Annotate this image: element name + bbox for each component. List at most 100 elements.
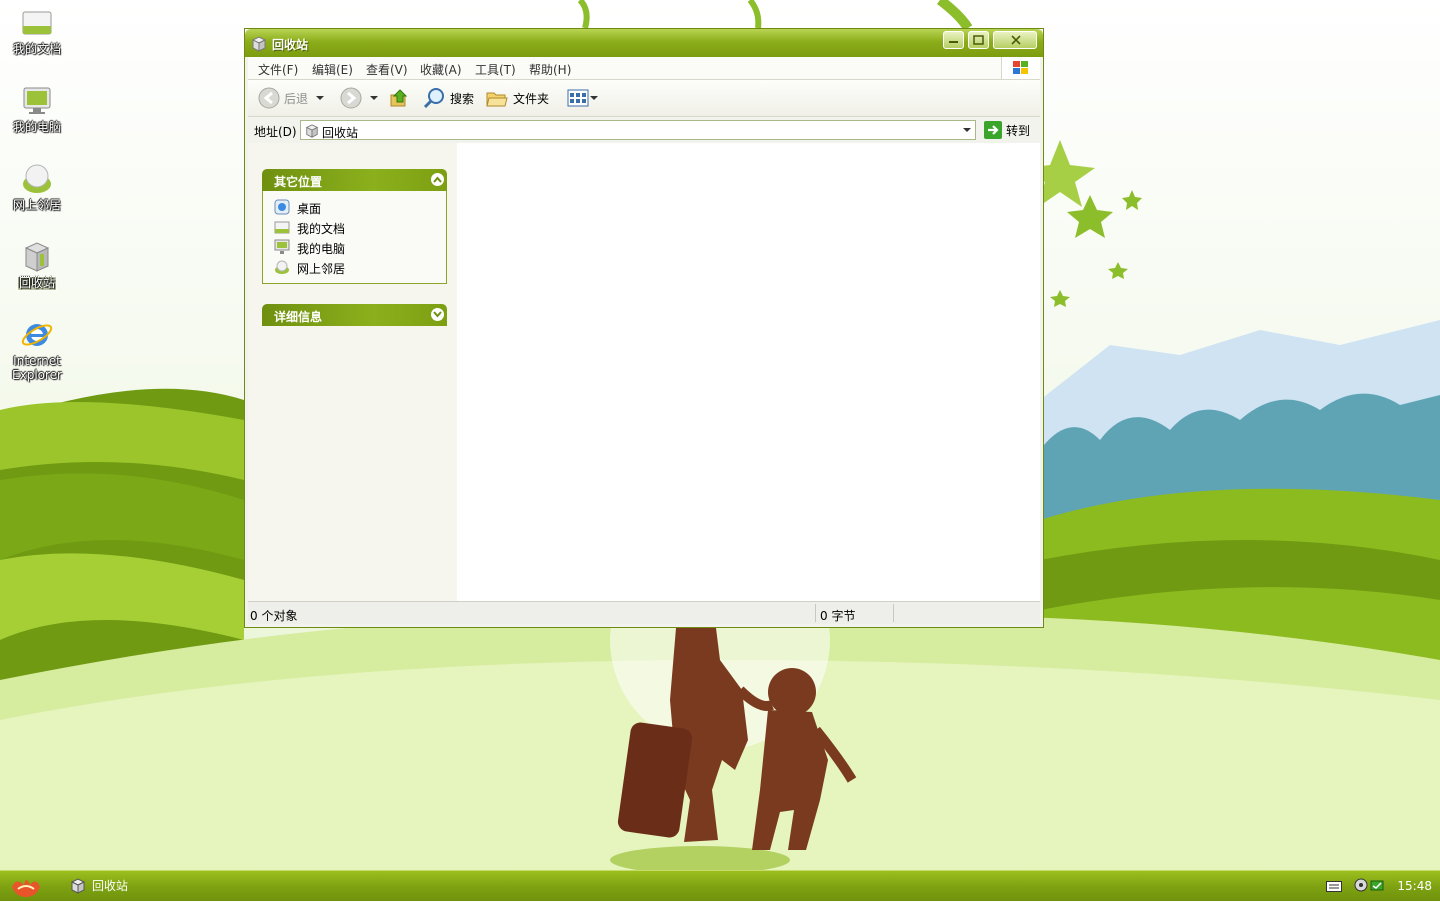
forward-button[interactable] bbox=[340, 87, 378, 109]
start-logo-icon bbox=[12, 880, 40, 897]
network-icon bbox=[275, 260, 289, 274]
volume-icon[interactable] bbox=[1354, 878, 1368, 892]
explorer-window: 回收站 文件(F) 编辑(E) 查看(V) 收藏(A) 工具(T) 帮助(H) bbox=[244, 28, 1044, 628]
computer-icon bbox=[274, 239, 290, 254]
place-link-label: 我的电脑 bbox=[297, 242, 346, 256]
address-value: 回收站 bbox=[322, 126, 359, 140]
go-label: 转到 bbox=[1006, 123, 1031, 138]
up-folder-icon bbox=[390, 89, 408, 107]
other-places-list: 桌面 我的文档 我的电脑 网上邻居 bbox=[262, 191, 447, 284]
recycle-bin-icon bbox=[24, 242, 50, 272]
go-arrow-icon bbox=[984, 121, 1002, 139]
close-icon bbox=[1011, 35, 1021, 45]
expand-button[interactable] bbox=[431, 308, 444, 321]
address-input[interactable]: 回收站 bbox=[300, 120, 976, 140]
folder-icon bbox=[486, 92, 508, 107]
views-icon bbox=[567, 89, 589, 107]
desktop-icon-label: 网上邻居 bbox=[12, 198, 61, 212]
title-bar[interactable]: 回收站 bbox=[245, 29, 1043, 57]
chevron-down-icon bbox=[433, 311, 442, 318]
place-link-label: 网上邻居 bbox=[297, 262, 346, 276]
place-link-my-computer[interactable]: 我的电脑 bbox=[263, 237, 446, 257]
menu-help[interactable]: 帮助(H) bbox=[529, 61, 571, 78]
desktop-icon-recycle-bin[interactable]: 回收站 bbox=[6, 240, 68, 291]
menu-tools[interactable]: 工具(T) bbox=[475, 61, 516, 78]
details-group: 详细信息 bbox=[262, 304, 447, 326]
file-list-area[interactable] bbox=[457, 143, 1040, 601]
maximize-icon bbox=[973, 35, 984, 45]
search-label: 搜索 bbox=[450, 91, 475, 106]
place-link-network[interactable]: 网上邻居 bbox=[263, 257, 446, 277]
address-dropdown-button[interactable] bbox=[959, 121, 975, 139]
desktop-icon-my-documents[interactable]: 我的文档 bbox=[6, 6, 68, 56]
recycle-bin-icon bbox=[305, 124, 319, 138]
place-link-my-documents[interactable]: 我的文档 bbox=[263, 217, 446, 237]
go-button[interactable]: 转到 bbox=[984, 120, 1030, 140]
desktop-icon-label: 回收站 bbox=[16, 276, 58, 291]
chevron-down-icon bbox=[963, 128, 971, 132]
network-status-icon[interactable] bbox=[1370, 878, 1384, 892]
chevron-up-icon bbox=[433, 176, 442, 183]
back-label: 后退 bbox=[284, 91, 309, 106]
close-button[interactable] bbox=[993, 31, 1037, 49]
other-places-header[interactable]: 其它位置 bbox=[262, 169, 447, 191]
status-object-count: 0 个对象 bbox=[250, 609, 298, 623]
computer-icon bbox=[23, 87, 51, 114]
minimize-icon bbox=[949, 41, 958, 43]
status-size: 0 字节 bbox=[820, 609, 856, 623]
collapse-button[interactable] bbox=[431, 173, 444, 186]
other-places-title: 其它位置 bbox=[274, 175, 323, 189]
place-link-label: 桌面 bbox=[297, 202, 322, 216]
toolbar: 后退 搜索 文件夹 bbox=[248, 80, 1040, 117]
menu-view[interactable]: 查看(V) bbox=[366, 61, 408, 78]
views-button[interactable] bbox=[566, 87, 598, 109]
maximize-button[interactable] bbox=[968, 31, 989, 49]
menu-file[interactable]: 文件(F) bbox=[258, 61, 298, 78]
clock[interactable]: 15:48 bbox=[1397, 879, 1432, 893]
desktop-icon-my-computer[interactable]: 我的电脑 bbox=[6, 84, 68, 134]
other-places-group: 其它位置 桌面 我的文档 我的电脑 网上邻居 bbox=[262, 169, 447, 284]
desktop-icon-label-line2: Explorer bbox=[12, 368, 62, 382]
back-button[interactable]: 后退 bbox=[258, 87, 325, 109]
recycle-bin-icon bbox=[70, 877, 86, 894]
details-header[interactable]: 详细信息 bbox=[262, 304, 447, 326]
status-divider bbox=[815, 604, 816, 622]
menu-edit[interactable]: 编辑(E) bbox=[312, 61, 353, 78]
address-bar: 地址(D) 回收站 转到 bbox=[248, 117, 1040, 144]
start-button[interactable] bbox=[6, 873, 46, 899]
documents-icon bbox=[22, 11, 52, 35]
search-icon bbox=[423, 88, 444, 109]
desktop-icon-label: 我的电脑 bbox=[12, 120, 61, 134]
place-link-desktop[interactable]: 桌面 bbox=[263, 197, 446, 217]
forward-arrow-icon bbox=[340, 87, 362, 109]
ie-icon bbox=[21, 324, 53, 346]
windows-flag-icon bbox=[1013, 61, 1028, 74]
menu-favorites[interactable]: 收藏(A) bbox=[420, 61, 462, 78]
desktop-icon-internet-explorer[interactable]: Internet Explorer bbox=[6, 318, 68, 382]
back-dropdown-icon[interactable] bbox=[316, 96, 325, 100]
windows-logo bbox=[1001, 57, 1040, 79]
recycle-bin-icon bbox=[251, 36, 267, 52]
search-button[interactable]: 搜索 bbox=[422, 87, 474, 109]
desktop-icon-label: 我的文档 bbox=[12, 42, 61, 56]
taskbar-item-recycle-bin[interactable]: 回收站 bbox=[70, 877, 128, 894]
desktop-icon bbox=[274, 199, 290, 215]
forward-dropdown-icon[interactable] bbox=[370, 96, 378, 100]
address-label: 地址(D) bbox=[254, 125, 297, 139]
taskbar: 回收站 15:48 bbox=[0, 870, 1440, 901]
task-pane: 其它位置 桌面 我的文档 我的电脑 网上邻居 详细信息 bbox=[248, 143, 457, 601]
keyboard-icon[interactable] bbox=[1326, 879, 1342, 893]
views-dropdown-icon[interactable] bbox=[590, 96, 598, 100]
minimize-button[interactable] bbox=[943, 31, 964, 49]
status-bar: 0 个对象 0 字节 bbox=[248, 601, 1040, 624]
system-tray: 15:48 bbox=[1320, 871, 1440, 901]
up-folder-button[interactable] bbox=[388, 87, 410, 109]
taskbar-item-label: 回收站 bbox=[92, 879, 129, 893]
folders-button[interactable]: 文件夹 bbox=[485, 87, 549, 109]
details-title: 详细信息 bbox=[274, 310, 323, 324]
status-divider bbox=[893, 604, 894, 622]
desktop-icon-network[interactable]: 网上邻居 bbox=[6, 162, 68, 212]
network-icon bbox=[23, 164, 51, 193]
place-link-label: 我的文档 bbox=[297, 222, 346, 236]
back-arrow-icon bbox=[258, 87, 280, 109]
